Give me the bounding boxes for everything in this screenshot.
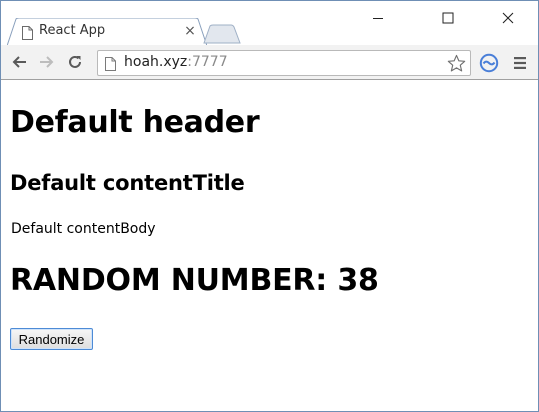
page-icon (22, 25, 33, 40)
forward-arrow-icon (40, 56, 54, 68)
extension-icon[interactable] (479, 53, 499, 77)
page-info-icon[interactable] (105, 56, 116, 75)
forward-button[interactable] (37, 52, 57, 72)
address-bar[interactable]: hoah.xyz:7777 (97, 50, 471, 76)
maximize-icon (442, 12, 454, 24)
reload-button[interactable] (65, 52, 85, 72)
close-window-button[interactable] (485, 1, 531, 35)
page-viewport: Default header Default contentTitle Defa… (1, 81, 538, 411)
page-header: Default header (10, 105, 260, 140)
back-button[interactable] (9, 52, 29, 72)
random-number-heading: RANDOM NUMBER: 38 (10, 263, 379, 298)
maximize-button[interactable] (425, 1, 471, 35)
title-bar: React App × (1, 1, 538, 46)
minimize-button[interactable] (355, 1, 401, 35)
address-url[interactable]: hoah.xyz:7777 (124, 54, 228, 70)
tab-title: React App (39, 23, 106, 38)
reload-icon (69, 55, 81, 68)
url-host: hoah.xyz (124, 54, 188, 70)
bookmark-star-icon[interactable] (447, 54, 466, 77)
tab-react-app[interactable]: React App × (7, 18, 207, 46)
hamburger-menu-icon[interactable] (513, 55, 527, 74)
minimize-icon (373, 18, 383, 19)
back-arrow-icon (12, 56, 26, 68)
content-title: Default contentTitle (10, 171, 245, 195)
new-tab-button[interactable] (203, 24, 241, 44)
content-body: Default contentBody (11, 221, 156, 237)
close-icon (502, 12, 514, 24)
tab-close-icon[interactable]: × (183, 24, 197, 38)
randomize-button[interactable]: Randomize (10, 328, 93, 350)
browser-window: React App × hoah.xyz:7777 Default header… (0, 0, 539, 412)
url-port: :7777 (187, 54, 228, 70)
tab-background (7, 18, 207, 46)
browser-toolbar: hoah.xyz:7777 (1, 45, 538, 80)
